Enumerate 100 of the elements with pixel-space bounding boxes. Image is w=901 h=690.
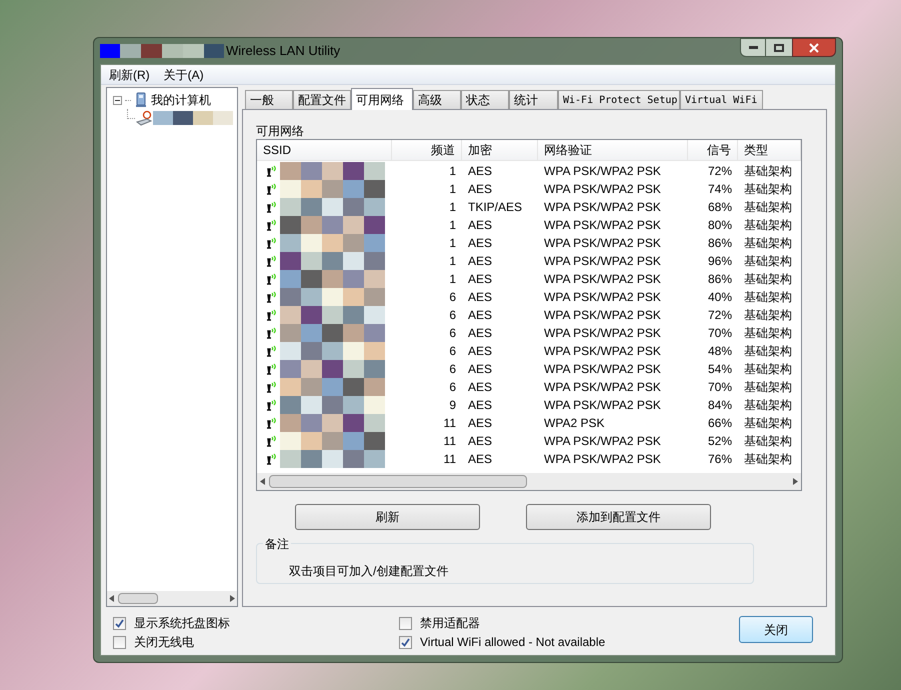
checkbox-label: Virtual WiFi allowed - Not available	[420, 634, 606, 651]
tab[interactable]: 统计	[509, 90, 558, 109]
table-cell-text: AES	[467, 163, 494, 180]
table-cell-text: AES	[467, 307, 494, 324]
table-cell-text: 54%	[706, 361, 733, 378]
table-cell-text: WPA PSK/WPA2 PSK	[543, 307, 662, 324]
column-header[interactable]: 加密	[462, 140, 538, 161]
signal-icon	[266, 201, 278, 213]
table-cell-text: 66%	[706, 415, 733, 432]
table-cell-text: 11	[442, 451, 457, 468]
table-cell-text: WPA2 PSK	[543, 415, 606, 432]
column-header[interactable]: 信号	[688, 140, 738, 161]
tab[interactable]: 可用网络	[351, 88, 413, 110]
checkbox[interactable]	[399, 636, 412, 648]
table-cell-text: 基础架构	[743, 163, 793, 180]
table-cell-text: AES	[467, 253, 494, 270]
tab[interactable]: Virtual WiFi	[680, 90, 763, 109]
table-cell-text: WPA PSK/WPA2 PSK	[543, 253, 662, 270]
table-cell-text: 84%	[706, 397, 733, 414]
tab[interactable]: 配置文件	[293, 90, 351, 109]
column-header[interactable]: 类型	[738, 140, 801, 161]
table-cell-text: AES	[467, 451, 494, 468]
table-cell-text: 基础架构	[743, 289, 793, 306]
table-cell-text: 9	[448, 397, 457, 414]
table-cell-text: 1	[448, 199, 457, 216]
table-cell-text: 基础架构	[743, 361, 793, 378]
table-cell-text: 1	[448, 181, 457, 198]
table-cell-text: AES	[467, 181, 494, 198]
table-cell-text: WPA PSK/WPA2 PSK	[543, 325, 662, 342]
action-button[interactable]: 刷新	[295, 504, 480, 530]
table-cell-text: 6	[448, 379, 457, 396]
scroll-thumb[interactable]	[269, 475, 527, 488]
close-icon[interactable]	[792, 38, 836, 57]
maximize-button[interactable]	[766, 38, 792, 57]
signal-icon	[266, 237, 278, 249]
table-cell-text: 1	[448, 217, 457, 234]
expander-icon[interactable]	[113, 96, 122, 104]
table-cell-text: 基础架构	[743, 451, 793, 468]
table-cell-text: 6	[448, 289, 457, 306]
signal-icon	[266, 381, 278, 393]
column-header[interactable]: 频道	[392, 140, 462, 161]
table-cell-text: WPA PSK/WPA2 PSK	[543, 343, 662, 360]
computer-icon	[134, 92, 148, 108]
table-cell-text: 基础架构	[743, 397, 793, 414]
scroll-left-icon[interactable]	[260, 478, 265, 485]
minimize-button[interactable]	[740, 38, 766, 57]
scroll-right-icon[interactable]	[230, 595, 235, 602]
signal-icon	[266, 399, 278, 411]
scroll-right-icon[interactable]	[793, 478, 798, 485]
signal-icon	[266, 327, 278, 339]
table-cell-text: 11	[442, 415, 457, 432]
window-title: Wireless LAN Utility	[226, 42, 340, 60]
table-cell-text: 基础架构	[743, 307, 793, 324]
scroll-left-icon[interactable]	[109, 595, 114, 602]
table-cell-text: AES	[467, 325, 494, 342]
table-cell-text: 96%	[706, 253, 733, 270]
table-cell-text: 70%	[706, 379, 733, 396]
close-button[interactable]: 关闭	[739, 616, 813, 643]
table-cell-text: 基础架构	[743, 415, 793, 432]
table-cell-text: 6	[448, 325, 457, 342]
checkbox-label: 关闭无线电	[134, 634, 194, 651]
table-cell-text: 76%	[706, 451, 733, 468]
column-header[interactable]: SSID	[257, 140, 392, 161]
signal-icon	[266, 219, 278, 231]
table-cell-text: 基础架构	[743, 433, 793, 450]
table-cell-text: 基础架构	[743, 271, 793, 288]
tab[interactable]: 高级	[413, 90, 461, 109]
signal-icon	[266, 183, 278, 195]
table-cell-text: 基础架构	[743, 325, 793, 342]
table-cell-text: AES	[467, 415, 494, 432]
checkbox[interactable]	[113, 636, 126, 648]
tab[interactable]: 状态	[461, 90, 509, 109]
table-cell-text: 基础架构	[743, 253, 793, 270]
signal-icon	[266, 345, 278, 357]
table-cell-text: WPA PSK/WPA2 PSK	[543, 199, 662, 216]
menu-item[interactable]: 关于(A)	[164, 66, 204, 84]
table-cell-text: 基础架构	[743, 235, 793, 252]
tab[interactable]: 一般	[245, 90, 293, 109]
menu-item[interactable]: 刷新(R)	[109, 66, 150, 84]
scroll-thumb[interactable]	[118, 593, 158, 604]
table-cell-text: AES	[467, 379, 494, 396]
table-cell-text: AES	[467, 397, 494, 414]
table-cell-text: WPA PSK/WPA2 PSK	[543, 379, 662, 396]
table-cell-text: 80%	[706, 217, 733, 234]
table-cell-text: 6	[448, 361, 457, 378]
tab[interactable]: Wi-Fi Protect Setup	[558, 90, 680, 109]
table-cell-text: 基础架构	[743, 379, 793, 396]
checkbox[interactable]	[113, 616, 126, 630]
action-button[interactable]: 添加到配置文件	[526, 504, 711, 530]
table-cell-text: WPA PSK/WPA2 PSK	[543, 217, 662, 234]
table-cell-text: AES	[467, 433, 494, 450]
checkbox[interactable]	[399, 616, 412, 630]
signal-icon	[266, 273, 278, 285]
tree-item[interactable]: 我的计算机	[151, 91, 211, 109]
note-text: 双击项目可加入/创建配置文件	[289, 563, 448, 580]
table-cell-text: WPA PSK/WPA2 PSK	[543, 163, 662, 180]
table-cell-text: TKIP/AES	[467, 199, 524, 216]
signal-icon	[266, 255, 278, 267]
column-header[interactable]: 网络验证	[538, 140, 688, 161]
signal-icon	[266, 417, 278, 429]
